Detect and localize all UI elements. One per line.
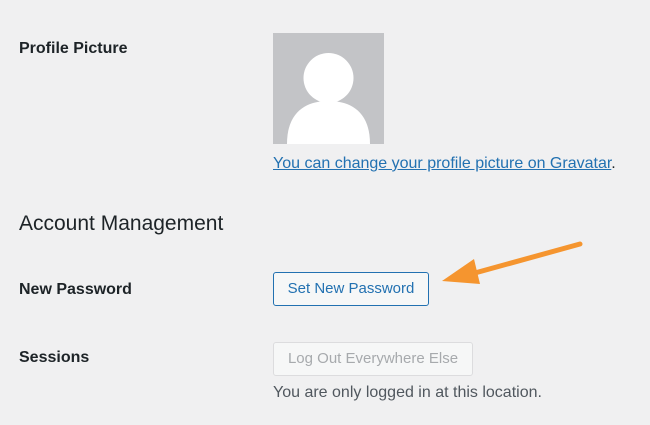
- profile-avatar: [273, 33, 384, 144]
- gravatar-note: You can change your profile picture on G…: [273, 155, 616, 173]
- set-new-password-button[interactable]: Set New Password: [273, 272, 429, 306]
- profile-picture-label: Profile Picture: [19, 40, 128, 57]
- log-out-everywhere-else-button: Log Out Everywhere Else: [273, 342, 473, 376]
- default-avatar-silhouette-icon: [273, 33, 384, 144]
- sessions-label: Sessions: [19, 349, 90, 366]
- sessions-note: You are only logged in at this location.: [273, 384, 542, 401]
- annotation-arrow-icon: [442, 241, 583, 284]
- gravatar-suffix: .: [611, 155, 616, 172]
- section-heading-account-management: Account Management: [19, 212, 224, 235]
- new-password-label: New Password: [19, 281, 132, 298]
- gravatar-link[interactable]: You can change your profile picture on G…: [273, 155, 611, 172]
